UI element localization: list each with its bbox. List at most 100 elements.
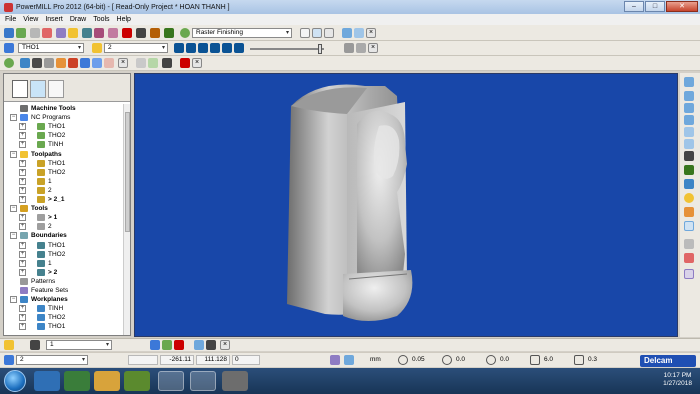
tree-expander-icon[interactable]: − bbox=[10, 205, 17, 213]
graphics-viewport[interactable] bbox=[134, 73, 678, 337]
wireframe-view-icon[interactable] bbox=[684, 221, 694, 231]
zoom-out-icon[interactable] bbox=[684, 139, 694, 149]
feeds-speeds-icon[interactable] bbox=[56, 28, 66, 38]
menu-file[interactable]: File bbox=[5, 16, 16, 23]
app-taskbar-icon[interactable] bbox=[222, 371, 248, 391]
tool-icon[interactable] bbox=[108, 28, 118, 38]
measure-icon[interactable] bbox=[684, 253, 694, 263]
record-icon[interactable] bbox=[180, 58, 190, 68]
media-taskbar-icon[interactable] bbox=[64, 371, 90, 391]
tab-help[interactable] bbox=[48, 80, 64, 98]
tree-row[interactable]: + TINH bbox=[4, 304, 122, 313]
tree-row[interactable]: + > 1 bbox=[4, 213, 122, 222]
zoom-in-icon[interactable] bbox=[684, 127, 694, 137]
tree-row[interactable]: + > 2_1 bbox=[4, 195, 122, 204]
cut-shade-icon[interactable] bbox=[92, 58, 102, 68]
go-end-icon[interactable] bbox=[234, 43, 244, 53]
tool-shank-icon[interactable] bbox=[150, 340, 160, 350]
simulate-icon[interactable] bbox=[342, 28, 352, 38]
tab-explorer-tree[interactable] bbox=[12, 80, 28, 98]
view-front-icon[interactable] bbox=[684, 103, 694, 113]
workplane-select[interactable]: 2 bbox=[16, 355, 88, 365]
shade-view-icon[interactable] bbox=[684, 179, 694, 189]
tree-row[interactable]: + THO2 bbox=[4, 250, 122, 259]
speed-slider-thumb[interactable] bbox=[318, 44, 322, 54]
menu-view[interactable]: View bbox=[23, 16, 38, 23]
snap-icon[interactable] bbox=[330, 355, 340, 365]
tree-row[interactable]: + THO2 bbox=[4, 313, 122, 322]
tree-expander-icon[interactable]: − bbox=[10, 114, 17, 122]
copy-strategy-icon[interactable] bbox=[312, 28, 322, 38]
strategy-select[interactable]: Raster Finishing bbox=[192, 28, 292, 38]
taskbar-clock[interactable]: 10:17 PM 1/27/2018 bbox=[663, 372, 692, 388]
tree-expander-icon[interactable]: + bbox=[19, 223, 26, 231]
tree-expander-icon[interactable]: + bbox=[19, 314, 26, 322]
tree-row[interactable]: Machine Tools bbox=[4, 104, 122, 113]
tab-html-browser[interactable] bbox=[30, 80, 46, 98]
tree-row[interactable]: + THO1 bbox=[4, 122, 122, 131]
close-toolbar-icon[interactable]: × bbox=[366, 28, 376, 38]
tree-expander-icon[interactable]: + bbox=[19, 186, 26, 194]
save-view-icon[interactable] bbox=[162, 58, 172, 68]
shaded-icon[interactable] bbox=[20, 58, 30, 68]
tree-expander-icon[interactable]: + bbox=[19, 159, 26, 167]
process-icon[interactable] bbox=[164, 28, 174, 38]
explorer-taskbar-icon[interactable] bbox=[94, 371, 120, 391]
active-tool-select[interactable]: 1 bbox=[46, 340, 112, 350]
maximize-button[interactable]: □ bbox=[645, 1, 665, 12]
menu-insert[interactable]: Insert bbox=[45, 16, 63, 23]
calculate-icon[interactable] bbox=[324, 28, 334, 38]
tree-row[interactable]: +1 bbox=[4, 177, 122, 186]
open-icon[interactable] bbox=[4, 28, 14, 38]
tree-expander-icon[interactable]: + bbox=[19, 141, 26, 149]
grid-icon[interactable] bbox=[344, 355, 354, 365]
tree-row[interactable]: − Workplanes bbox=[4, 295, 122, 304]
transparent-icon[interactable] bbox=[104, 58, 114, 68]
block-icon[interactable] bbox=[30, 28, 40, 38]
edit-strategy-icon[interactable] bbox=[300, 28, 310, 38]
simulation-icon[interactable] bbox=[4, 43, 14, 53]
save-icon[interactable] bbox=[16, 28, 26, 38]
sim-settings-icon[interactable] bbox=[344, 43, 354, 53]
tree-row[interactable]: + TINH bbox=[4, 140, 122, 149]
refresh-icon[interactable] bbox=[684, 165, 694, 175]
view-side-icon[interactable] bbox=[684, 115, 694, 125]
menu-draw[interactable]: Draw bbox=[70, 16, 86, 23]
light-icon[interactable] bbox=[684, 193, 694, 203]
tool-type-icon[interactable] bbox=[30, 340, 40, 350]
tree-expander-icon[interactable]: + bbox=[19, 268, 26, 276]
tree-expander-icon[interactable]: + bbox=[19, 123, 26, 131]
tree-expander-icon[interactable]: + bbox=[19, 259, 26, 267]
stock-icon[interactable] bbox=[68, 58, 78, 68]
vsd-taskbar-icon[interactable] bbox=[158, 371, 184, 391]
tree-expander-icon[interactable]: + bbox=[19, 323, 26, 331]
tree-row[interactable]: Feature Sets bbox=[4, 286, 122, 295]
wireframe-icon[interactable] bbox=[32, 58, 42, 68]
resize-to-fit-icon[interactable] bbox=[684, 151, 694, 161]
tree-row[interactable]: +2 bbox=[4, 186, 122, 195]
tool-holder-icon[interactable] bbox=[162, 340, 172, 350]
rapid-move-icon[interactable] bbox=[42, 28, 52, 38]
probe-icon[interactable] bbox=[684, 269, 694, 279]
view-iso-icon[interactable] bbox=[684, 77, 694, 87]
tree-expander-icon[interactable]: − bbox=[10, 150, 17, 158]
tree-expander-icon[interactable]: + bbox=[19, 132, 26, 140]
snapshot-icon[interactable] bbox=[136, 58, 146, 68]
chrome-taskbar-icon[interactable] bbox=[124, 371, 150, 391]
close-view-toolbar-icon[interactable]: × bbox=[118, 58, 128, 68]
tree-row[interactable]: +2 bbox=[4, 222, 122, 231]
explorer-scroll-thumb[interactable] bbox=[125, 112, 130, 232]
start-button[interactable] bbox=[4, 370, 26, 392]
tool-shade-icon[interactable] bbox=[80, 58, 90, 68]
step-back-icon[interactable] bbox=[198, 43, 208, 53]
tree-expander-icon[interactable]: + bbox=[19, 241, 26, 249]
tool-select[interactable]: 2 bbox=[104, 43, 168, 53]
tree-row[interactable]: Patterns bbox=[4, 277, 122, 286]
explorer-scrollbar[interactable] bbox=[123, 104, 130, 335]
pause-icon[interactable] bbox=[186, 43, 196, 53]
view-top-icon[interactable] bbox=[684, 91, 694, 101]
tree-row[interactable]: − Toolpaths bbox=[4, 150, 122, 159]
close-tool-toolbar-icon[interactable]: × bbox=[220, 340, 230, 350]
step-forward-icon[interactable] bbox=[210, 43, 220, 53]
toolpath-select[interactable]: THO1 bbox=[18, 43, 84, 53]
